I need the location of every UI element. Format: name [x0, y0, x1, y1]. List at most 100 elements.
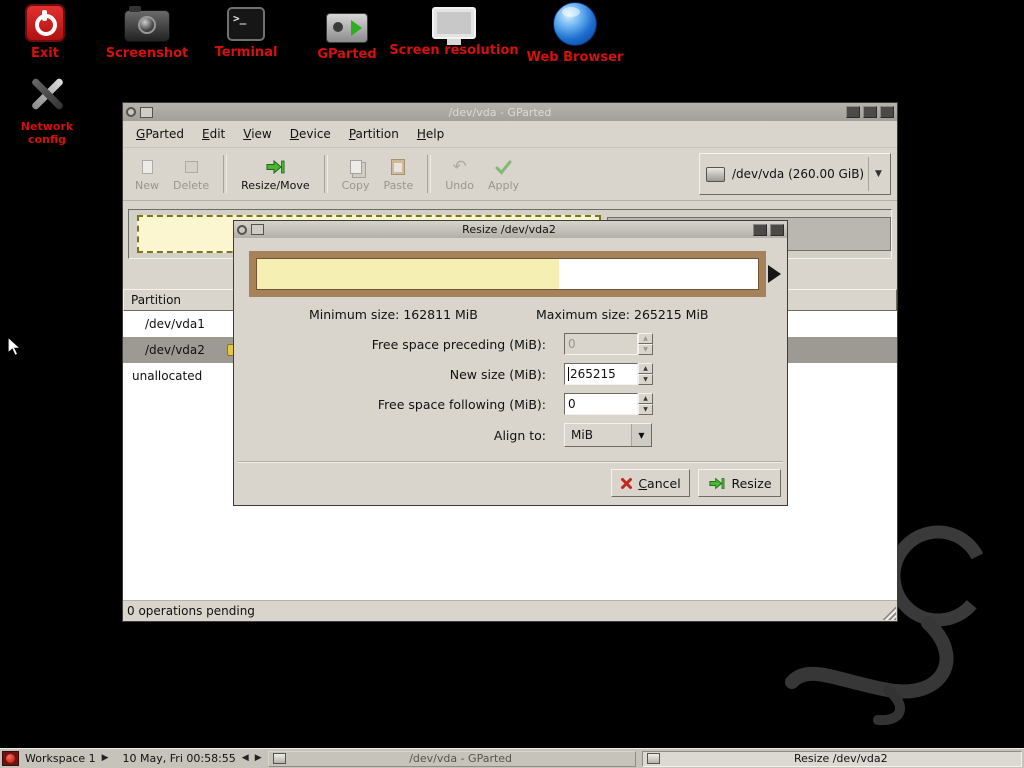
resize-button[interactable]: Resize	[698, 469, 781, 497]
button-label: New	[135, 179, 159, 192]
toolbar: New Delete Resize/Move Copy Paste	[123, 148, 897, 201]
dialog-separator	[238, 461, 783, 463]
resize-slider[interactable]	[249, 251, 766, 297]
used-space-fill	[257, 259, 559, 289]
free-space-following-stepper[interactable]: ▲▼	[638, 393, 653, 415]
free-space-preceding-label: Free space preceding (MiB):	[234, 337, 546, 352]
terminal-icon	[227, 7, 265, 41]
hard-disk-icon	[706, 167, 725, 182]
free-space-preceding-field[interactable]: 0	[564, 333, 638, 355]
apply-button[interactable]: Apply	[481, 149, 526, 199]
chevron-down-icon[interactable]: ▼	[868, 157, 888, 191]
menu-view[interactable]: View	[234, 123, 280, 145]
task-prev-icon[interactable]: ◀	[242, 754, 249, 763]
desktop-icon-web-browser[interactable]: Web Browser	[520, 2, 630, 65]
button-label: Cancel	[638, 476, 680, 491]
toolbar-separator	[427, 155, 431, 193]
copy-icon	[350, 156, 362, 178]
free-space-preceding-stepper[interactable]: ▲▼	[638, 333, 653, 355]
taskbar: Workspace 1 ▶ 10 May, Fri 00:58:55 ◀ ▶ /…	[0, 748, 1024, 768]
text-caret	[568, 367, 569, 381]
new-size-field[interactable]: 265215	[564, 363, 638, 385]
device-selector[interactable]: /dev/vda (260.00 GiB) ▼	[699, 153, 891, 195]
tools-icon	[25, 72, 69, 116]
field-value: 0	[568, 397, 576, 411]
minimize-button[interactable]	[846, 106, 860, 118]
maximum-size-label: Maximum size: 265215 MiB	[536, 307, 709, 322]
desktop-icon-exit[interactable]: Exit	[9, 4, 81, 61]
apply-check-icon	[495, 156, 512, 178]
workspace-next-icon[interactable]: ▶	[102, 754, 109, 763]
menu-bar: GParted Edit View Device Partition Help	[123, 121, 897, 148]
taskbar-task-resize-dialog-active[interactable]: Resize /dev/vda2	[642, 751, 1022, 767]
new-size-stepper[interactable]: ▲▼	[638, 363, 653, 385]
resize-arrow-icon	[707, 476, 726, 491]
gparted-app-icon	[273, 753, 286, 764]
menu-device[interactable]: Device	[281, 123, 340, 145]
taskbar-task-gparted[interactable]: /dev/vda - GParted	[268, 751, 636, 767]
new-size-label: New size (MiB):	[234, 367, 546, 382]
clock: 10 May, Fri 00:58:55	[123, 752, 236, 765]
gparted-app-icon	[140, 107, 153, 118]
menu-help[interactable]: Help	[408, 123, 453, 145]
camera-icon	[124, 10, 170, 42]
resize-right-handle-icon[interactable]	[768, 265, 781, 283]
button-label: Resize/Move	[241, 179, 309, 192]
status-bar: 0 operations pending	[123, 600, 897, 621]
free-space-following-field[interactable]: 0	[564, 393, 638, 415]
desktop-icon-screenshot[interactable]: Screenshot	[104, 4, 190, 61]
copy-button[interactable]: Copy	[335, 149, 377, 199]
document-new-icon	[142, 156, 153, 178]
menu-gparted[interactable]: GParted	[127, 123, 193, 145]
icon-label: Screen resolution	[388, 43, 520, 58]
power-icon	[25, 4, 65, 42]
device-selector-value: /dev/vda (260.00 GiB)	[732, 167, 868, 181]
disk-gauge-icon	[326, 13, 368, 43]
desktop-icon-gparted[interactable]: GParted	[310, 4, 384, 62]
partition-name: /dev/vda1	[123, 317, 205, 331]
minimum-size-label: Minimum size: 162811 MiB	[309, 307, 478, 322]
paste-icon	[391, 156, 405, 178]
align-to-dropdown[interactable]: MiB ▼	[564, 423, 652, 447]
window-menu-icon[interactable]	[237, 225, 247, 235]
button-label: Copy	[342, 179, 370, 192]
icon-label: Screenshot	[104, 46, 190, 61]
partition-name: /dev/vda2	[123, 343, 205, 357]
paste-button[interactable]: Paste	[377, 149, 421, 199]
button-label: Delete	[173, 179, 209, 192]
menu-partition[interactable]: Partition	[340, 123, 408, 145]
desktop-icon-terminal[interactable]: Terminal	[206, 4, 286, 60]
button-label: Undo	[445, 179, 474, 192]
close-button[interactable]	[770, 224, 784, 236]
taskbar-menu-button[interactable]	[2, 751, 19, 766]
cancel-button[interactable]: Cancel	[611, 469, 690, 497]
desktop-icon-network-config[interactable]: Network config	[8, 72, 86, 146]
cancel-x-icon	[620, 477, 633, 490]
globe-icon	[553, 2, 597, 46]
free-space-following-label: Free space following (MiB):	[234, 397, 546, 412]
icon-label: GParted	[310, 47, 384, 62]
window-title: /dev/vda - GParted	[157, 106, 843, 119]
menu-edit[interactable]: Edit	[193, 123, 234, 145]
window-menu-icon[interactable]	[126, 107, 136, 117]
delete-button[interactable]: Delete	[166, 149, 216, 199]
toolbar-separator	[324, 155, 328, 193]
new-button[interactable]: New	[128, 149, 166, 199]
toolbar-separator	[223, 155, 227, 193]
icon-label: Web Browser	[520, 50, 630, 65]
resize-move-button[interactable]: Resize/Move	[234, 149, 316, 199]
dialog-titlebar[interactable]: Resize /dev/vda2	[234, 221, 787, 238]
close-button[interactable]	[880, 106, 894, 118]
task-label: Resize /dev/vda2	[665, 752, 1017, 765]
status-text: 0 operations pending	[127, 604, 255, 618]
partition-name: unallocated	[123, 369, 202, 383]
workspace-label[interactable]: Workspace 1	[25, 752, 96, 765]
undo-button[interactable]: ↶ Undo	[438, 149, 481, 199]
resize-grip[interactable]	[882, 606, 896, 620]
desktop-icon-screen-resolution[interactable]: Screen resolution	[388, 4, 520, 58]
window-titlebar[interactable]: /dev/vda - GParted	[123, 103, 897, 121]
maximize-button[interactable]	[863, 106, 877, 118]
maximize-button[interactable]	[753, 224, 767, 236]
task-next-icon[interactable]: ▶	[255, 754, 262, 763]
button-label: Apply	[488, 179, 519, 192]
